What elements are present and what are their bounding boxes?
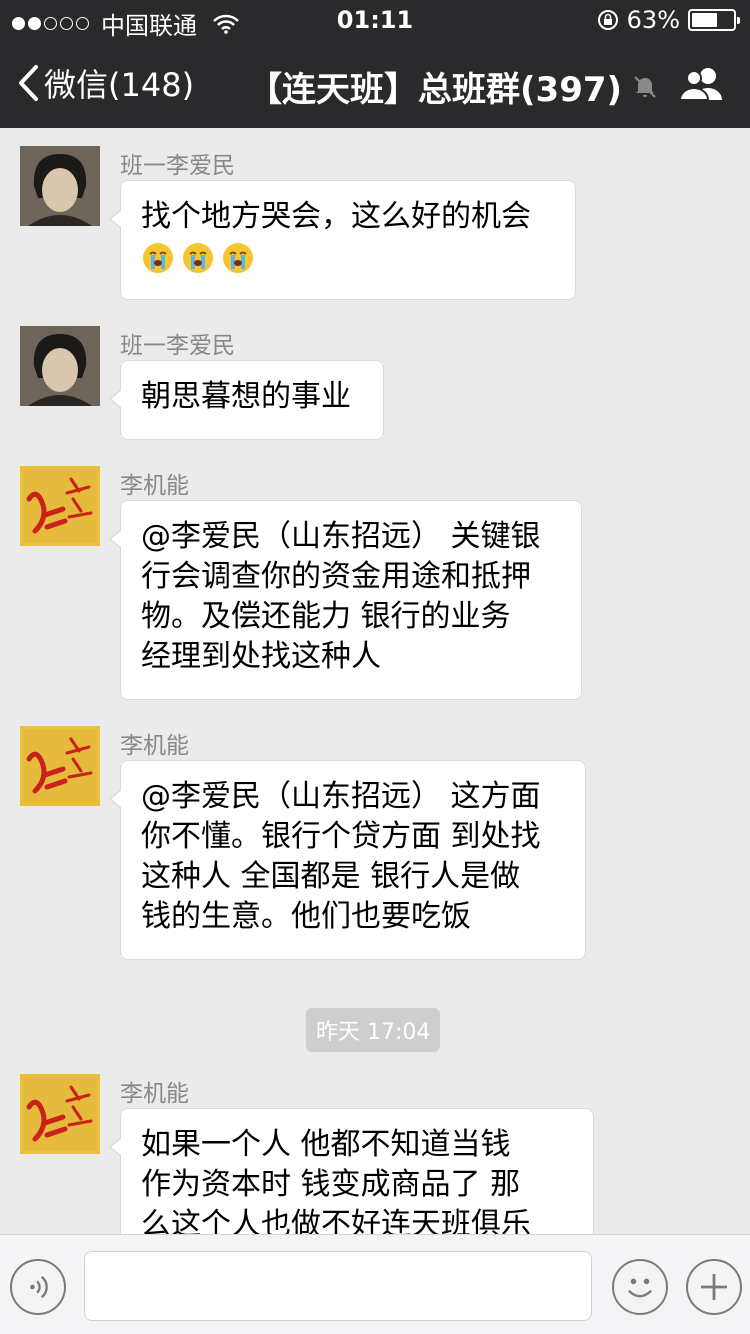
avatar[interactable]: [20, 466, 100, 546]
back-label: 微信(148): [44, 66, 195, 104]
message-text: 如果一个人 他都不知道当钱: [141, 1127, 511, 1162]
crying-face-icon: [223, 243, 253, 273]
timestamp-label: 昨天 17:04: [306, 1008, 441, 1052]
chat-title: 【连天班】总班群(397): [248, 70, 623, 110]
crying-face-icon: [183, 243, 213, 273]
message-text: 这种人 全国都是 银行人是做: [141, 859, 521, 894]
red-logo-icon: [23, 469, 97, 543]
voice-button[interactable]: [10, 1259, 66, 1315]
avatar[interactable]: [20, 146, 100, 226]
message-text: 作为资本时 钱变成商品了 那: [141, 1167, 521, 1202]
sender-name: 班一李爱民: [120, 333, 235, 359]
battery-icon: [688, 9, 740, 31]
battery-fill: [692, 13, 717, 27]
emoji-row: [141, 241, 555, 275]
message-input[interactable]: [84, 1251, 592, 1321]
person-photo-icon: [20, 326, 100, 406]
message-bubble[interactable]: @李爱民（山东招远） 关键银 行会调查你的资金用途和抵押 物。及偿还能力 银行的…: [109, 500, 582, 700]
battery-percent: 63%: [626, 6, 680, 34]
sender-name: 李机能: [120, 733, 189, 759]
members-icon[interactable]: [678, 66, 726, 102]
person-photo-icon: [20, 146, 100, 226]
voice-icon: [30, 1275, 48, 1299]
message-text: 朝思暮想的事业: [141, 379, 351, 414]
status-right: 63%: [597, 6, 740, 34]
message-text: @李爱民（山东招远） 这方面: [141, 779, 541, 814]
chevron-left-icon: [19, 65, 38, 101]
message-bubble[interactable]: @李爱民（山东招远） 这方面 你不懂。银行个贷方面 到处找 这种人 全国都是 银…: [109, 760, 586, 960]
nav-bar: 微信(148) 【连天班】总班群(397): [0, 40, 750, 128]
message-bubble[interactable]: 朝思暮想的事业: [109, 360, 384, 440]
avatar[interactable]: [20, 326, 100, 406]
chat-area[interactable]: 班一李爱民 找个地方哭会，这么好的机会 班一李爱民 朝思暮想的事业 李机能 @李…: [0, 128, 750, 1234]
rotation-lock-icon: [597, 10, 618, 30]
message-text: 经理到处找这种人: [141, 639, 381, 674]
back-button[interactable]: 微信(148): [16, 60, 194, 106]
input-bar: [0, 1234, 750, 1334]
plus-icon: [701, 1274, 727, 1300]
red-logo-icon: [23, 1077, 97, 1151]
sender-name: 李机能: [120, 473, 189, 499]
mute-icon: [634, 76, 656, 98]
plus-button[interactable]: [686, 1259, 742, 1315]
avatar[interactable]: [20, 1074, 100, 1154]
message-bubble[interactable]: 如果一个人 他都不知道当钱 作为资本时 钱变成商品了 那 么这个人也做不好连天班…: [109, 1108, 594, 1234]
red-logo-icon: [23, 729, 97, 803]
status-bar: 中国联通 01:11 63%: [0, 0, 750, 40]
message-text: 你不懂。银行个贷方面 到处找: [141, 819, 541, 854]
message-text: 物。及偿还能力 银行的业务: [141, 599, 511, 634]
message-text: 找个地方哭会，这么好的机会: [141, 199, 531, 234]
message-text: 行会调查你的资金用途和抵押: [141, 559, 531, 594]
message-bubble[interactable]: 找个地方哭会，这么好的机会: [109, 180, 576, 300]
message-text: @李爱民（山东招远） 关键银: [141, 519, 541, 554]
crying-face-icon: [143, 243, 173, 273]
sender-name: 班一李爱民: [120, 153, 235, 179]
sender-name: 李机能: [120, 1081, 189, 1107]
avatar[interactable]: [20, 726, 100, 806]
message-text: 钱的生意。他们也要吃饭: [141, 899, 471, 934]
emoji-button[interactable]: [612, 1259, 668, 1315]
message-text: 么这个人也做不好连天班俱乐: [141, 1207, 531, 1234]
emoji-icon: [628, 1278, 652, 1298]
